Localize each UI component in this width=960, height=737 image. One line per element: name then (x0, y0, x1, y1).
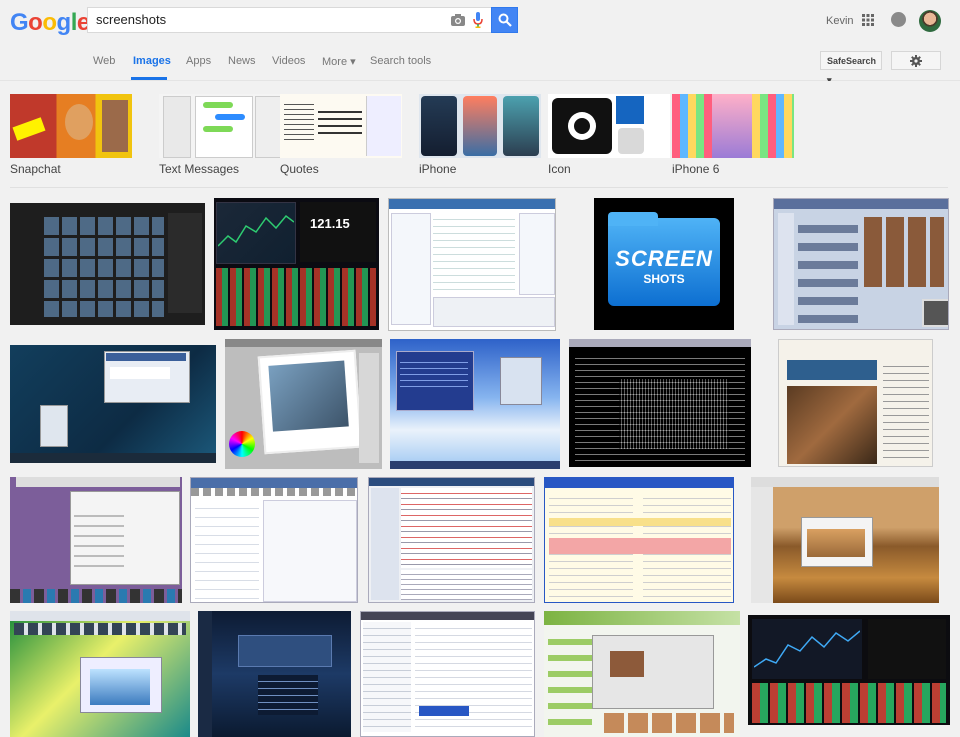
settings-button[interactable] (891, 51, 941, 70)
safesearch-button[interactable]: SafeSearch ▾ (820, 51, 882, 85)
image-result[interactable] (198, 611, 351, 737)
category-thumbnail (280, 94, 402, 158)
logo-letter: o (42, 9, 57, 36)
image-result[interactable] (190, 477, 358, 603)
category-label: Snapchat (10, 162, 61, 176)
category-label: iPhone (419, 162, 457, 176)
image-result[interactable] (748, 615, 950, 725)
logo-letter: G (10, 9, 29, 36)
image-result[interactable] (390, 339, 560, 469)
image-result[interactable] (751, 477, 939, 603)
tab-news[interactable]: News (228, 55, 256, 67)
tab-more[interactable]: More ▾ (322, 55, 356, 68)
image-result[interactable] (368, 477, 535, 603)
tile-text: SHOTS (643, 272, 685, 286)
image-result[interactable]: 121.15 (214, 198, 379, 330)
image-result[interactable] (10, 345, 216, 463)
apps-grid-icon[interactable] (862, 14, 874, 26)
category-thumbnail (672, 94, 794, 158)
category-thumbnail (159, 94, 281, 158)
gear-icon (910, 55, 922, 67)
category-snapchat[interactable]: Snapchat (10, 94, 132, 176)
category-label: iPhone 6 (672, 162, 720, 176)
avatar[interactable] (919, 10, 941, 32)
microphone-icon[interactable] (473, 12, 483, 28)
image-result[interactable] (544, 477, 734, 603)
image-result[interactable] (773, 198, 949, 330)
search-box (87, 7, 491, 33)
image-result[interactable] (10, 203, 205, 325)
category-label: Text Messages (159, 162, 240, 176)
category-label: Icon (548, 162, 571, 176)
tab-search-tools[interactable]: Search tools (370, 55, 431, 67)
category-label: Quotes (280, 162, 319, 176)
image-result[interactable] (569, 339, 751, 467)
camera-icon[interactable] (451, 14, 465, 26)
tile-text: SCREEN (615, 246, 713, 271)
tab-videos[interactable]: Videos (272, 55, 305, 67)
category-quotes[interactable]: Quotes (280, 94, 402, 176)
image-result[interactable] (360, 611, 535, 737)
category-text-messages[interactable]: Text Messages (159, 94, 281, 176)
image-result[interactable] (225, 339, 382, 469)
notifications-icon[interactable] (891, 12, 906, 27)
image-result[interactable] (778, 339, 933, 467)
category-iphone-6[interactable]: iPhone 6 (672, 94, 794, 176)
image-result[interactable] (10, 611, 190, 737)
logo-letter: g (56, 9, 72, 36)
image-results: Snapchat Text Messages Quotes iPhone Ico… (0, 81, 960, 737)
google-logo[interactable]: Google (10, 9, 90, 37)
category-icon[interactable]: Icon (548, 94, 670, 176)
logo-letter: o (28, 9, 43, 36)
category-iphone[interactable]: iPhone (419, 94, 541, 176)
image-result[interactable] (388, 198, 556, 331)
search-icon (498, 13, 512, 27)
tab-web[interactable]: Web (93, 55, 115, 67)
tab-apps[interactable]: Apps (186, 55, 211, 67)
divider (10, 187, 948, 188)
image-result[interactable]: SCREEN SHOTS (594, 198, 734, 330)
image-result[interactable] (544, 611, 740, 737)
search-button[interactable] (491, 7, 518, 33)
active-tab-indicator (131, 77, 167, 80)
category-thumbnail (10, 94, 132, 158)
top-bar: Google Kevin (0, 0, 960, 42)
image-result[interactable] (10, 477, 182, 603)
search-nav: Web Images Apps News Videos More ▾ Searc… (0, 42, 960, 81)
category-thumbnail (548, 94, 670, 158)
category-thumbnail (419, 94, 541, 158)
user-name[interactable]: Kevin (826, 15, 854, 27)
tab-images[interactable]: Images (133, 55, 171, 67)
search-input[interactable] (96, 12, 436, 27)
